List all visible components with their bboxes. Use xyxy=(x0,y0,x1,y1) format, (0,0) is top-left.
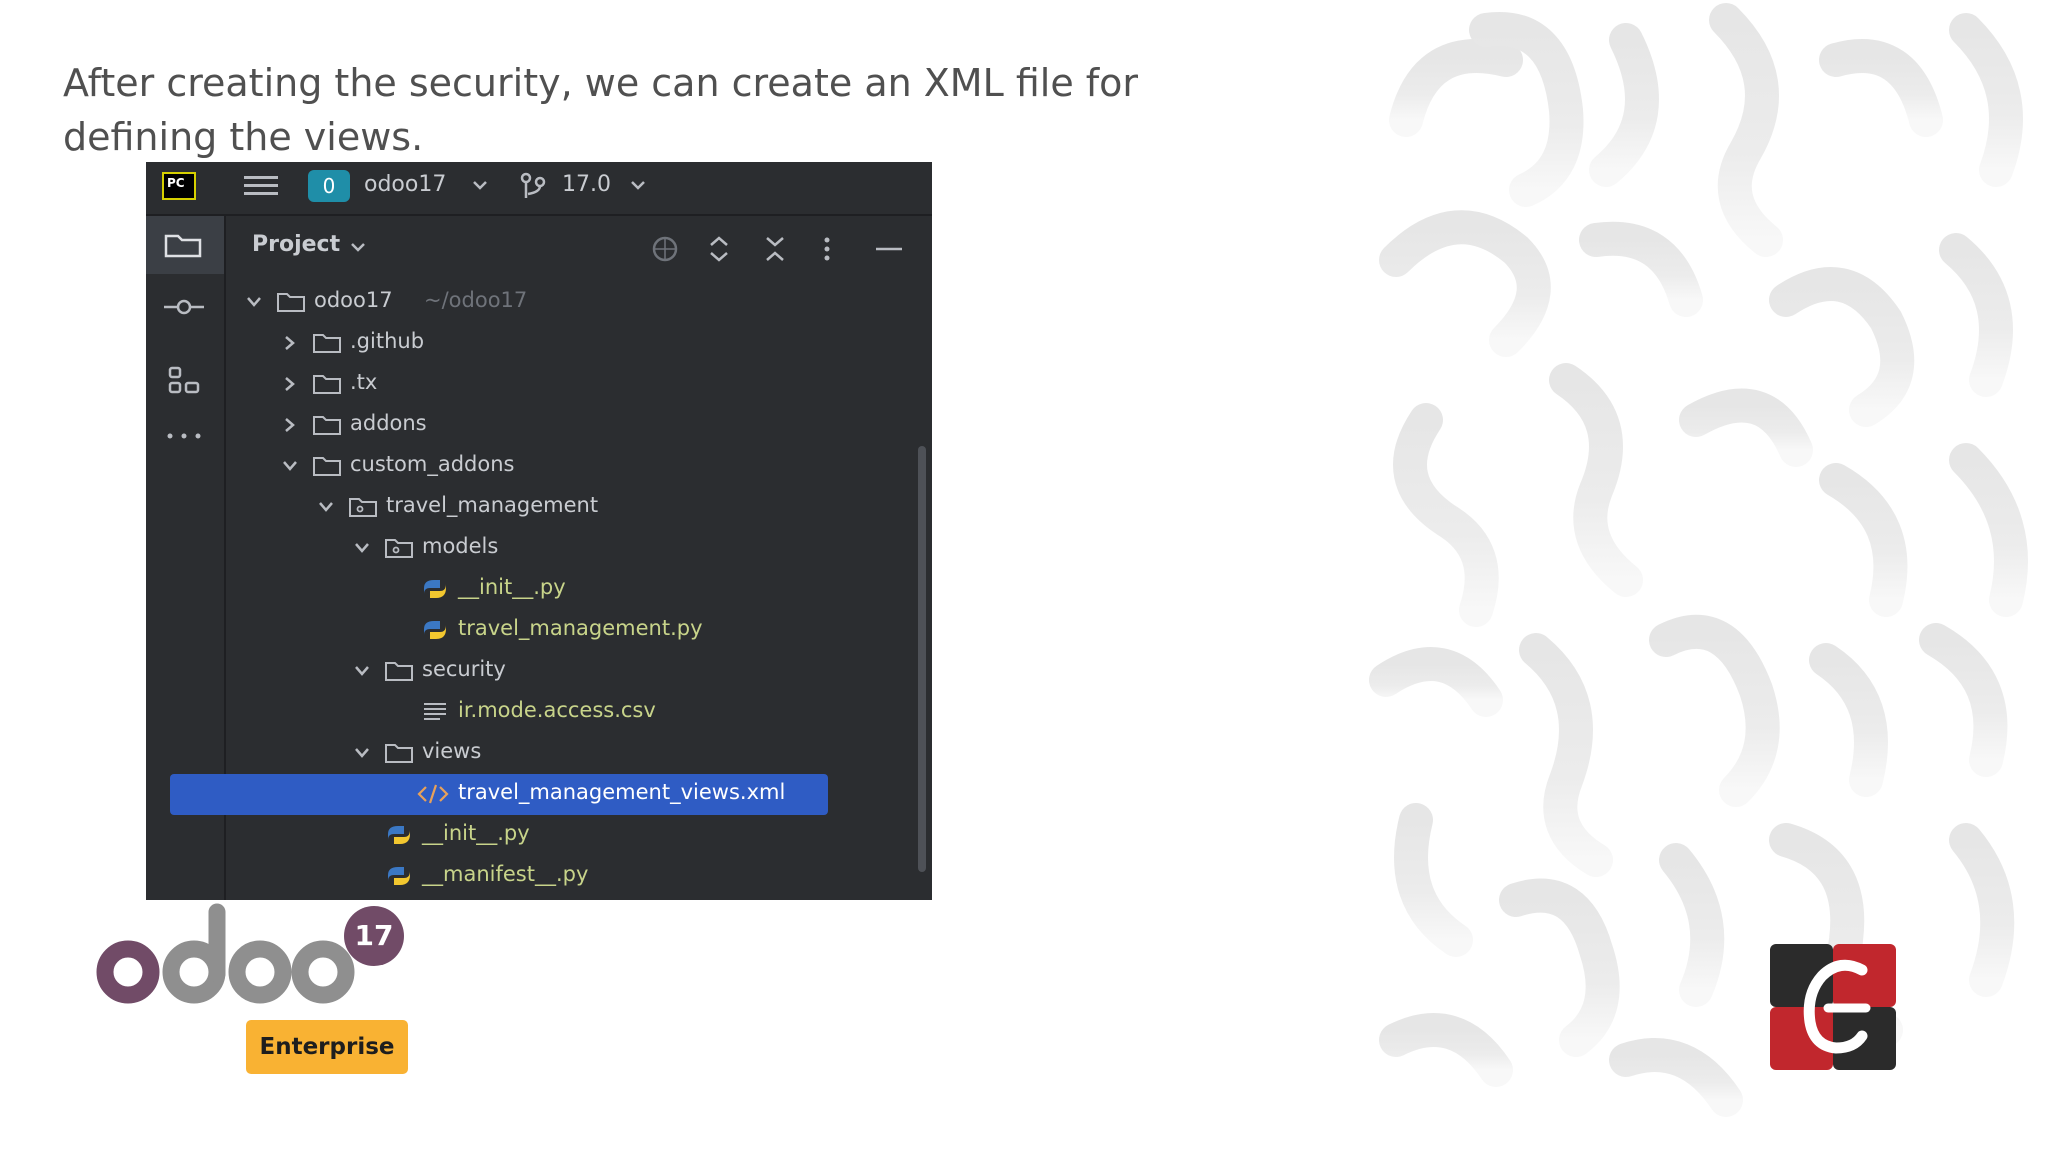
chevron-down-icon[interactable] xyxy=(354,745,370,761)
collapse-all-icon[interactable] xyxy=(762,234,788,264)
python-file-icon xyxy=(424,621,446,639)
tree-item[interactable]: travel_management xyxy=(146,487,826,528)
text-file-icon xyxy=(424,703,446,720)
main-menu-icon[interactable] xyxy=(244,176,278,200)
folder-icon xyxy=(385,662,413,681)
tree-item[interactable]: __manifest__.py xyxy=(146,856,826,897)
chevron-down-icon[interactable] xyxy=(350,242,366,254)
project-badge[interactable]: 0 xyxy=(308,170,350,202)
background-pattern xyxy=(1369,3,2028,1117)
folder-icon xyxy=(313,457,341,476)
tree-item-label: ir.mode.access.csv xyxy=(458,698,656,722)
ide-project-window: PC 0 odoo17 17.0 Project odoo17 ~/odoo17… xyxy=(146,162,932,900)
folder-icon xyxy=(313,375,341,394)
tree-item-label: odoo17 xyxy=(314,288,393,312)
chevron-down-icon[interactable] xyxy=(318,499,334,515)
tree-item[interactable]: .tx xyxy=(146,364,826,405)
folder-icon xyxy=(277,293,305,312)
chevron-right-icon[interactable] xyxy=(282,417,298,433)
tree-item[interactable]: custom_addons xyxy=(146,446,826,487)
tree-item-label: security xyxy=(422,657,506,681)
python-file-icon xyxy=(388,826,410,844)
package-icon xyxy=(385,539,413,558)
company-logo xyxy=(1770,944,1896,1070)
folder-icon xyxy=(313,416,341,435)
tree-item[interactable]: travel_management.py xyxy=(146,610,826,651)
enterprise-badge: Enterprise xyxy=(246,1020,408,1074)
tree-item-label: .github xyxy=(350,329,425,353)
tree-item-label: __init__.py xyxy=(458,575,566,599)
folder-icon xyxy=(164,234,202,258)
project-panel-header: Project xyxy=(226,216,932,274)
chevron-right-icon[interactable] xyxy=(282,335,298,351)
python-file-icon xyxy=(388,867,410,885)
tree-item-label: models xyxy=(422,534,499,558)
chevron-right-icon[interactable] xyxy=(282,376,298,392)
tree-item-label: addons xyxy=(350,411,427,435)
tree-item[interactable]: .github xyxy=(146,323,826,364)
tree-item-label: views xyxy=(422,739,482,763)
tree-item-label: .tx xyxy=(350,370,378,394)
tree-item-label: __manifest__.py xyxy=(422,862,589,886)
panel-title[interactable]: Project xyxy=(252,232,340,257)
tree-item-label: custom_addons xyxy=(350,452,515,476)
tree-item[interactable]: addons xyxy=(146,405,826,446)
tree-item[interactable]: __init__.py xyxy=(146,815,826,856)
options-icon[interactable] xyxy=(820,234,834,264)
tree-item-path-hint: ~/odoo17 xyxy=(424,288,528,312)
package-icon xyxy=(349,498,377,517)
hide-icon[interactable] xyxy=(874,234,904,264)
tree-item[interactable]: ir.mode.access.csv xyxy=(146,692,826,733)
chevron-down-icon[interactable] xyxy=(354,663,370,679)
tree-item[interactable]: models xyxy=(146,528,826,569)
expand-all-icon[interactable] xyxy=(706,234,732,264)
tree-item-label: __init__.py xyxy=(422,821,530,845)
pycharm-logo[interactable]: PC xyxy=(162,172,196,200)
tree-item[interactable]: security xyxy=(146,651,826,692)
branch-name[interactable]: 17.0 xyxy=(562,172,611,197)
folder-icon xyxy=(385,744,413,763)
slide-caption: After creating the security, we can crea… xyxy=(63,61,1139,159)
ide-toolbar: PC 0 odoo17 17.0 xyxy=(146,162,932,216)
tree-item-label: travel_management_views.xml xyxy=(458,780,786,804)
xml-file-icon xyxy=(417,784,449,804)
tree-item[interactable]: odoo17 ~/odoo17 xyxy=(146,282,826,323)
chevron-down-icon[interactable] xyxy=(282,458,298,474)
chevron-down-icon[interactable] xyxy=(354,540,370,556)
project-name[interactable]: odoo17 xyxy=(364,172,446,197)
chevron-down-icon[interactable] xyxy=(630,180,646,192)
locate-icon[interactable] xyxy=(650,234,680,264)
folder-icon xyxy=(313,334,341,353)
tree-item[interactable]: views xyxy=(146,733,826,774)
git-branch-icon xyxy=(520,172,546,198)
tree-item[interactable]: __init__.py xyxy=(146,569,826,610)
odoo-version-badge: 17 xyxy=(344,906,404,966)
project-tool-button[interactable] xyxy=(146,216,224,274)
tree-item[interactable]: travel_management_views.xml xyxy=(170,774,828,815)
tree-item-label: travel_management.py xyxy=(458,616,703,640)
chevron-down-icon[interactable] xyxy=(472,180,488,192)
tree-scrollbar[interactable] xyxy=(918,446,926,872)
tree-item-label: travel_management xyxy=(386,493,599,517)
chevron-down-icon[interactable] xyxy=(246,294,262,310)
odoo-logo xyxy=(96,903,355,1004)
python-file-icon xyxy=(424,580,446,598)
